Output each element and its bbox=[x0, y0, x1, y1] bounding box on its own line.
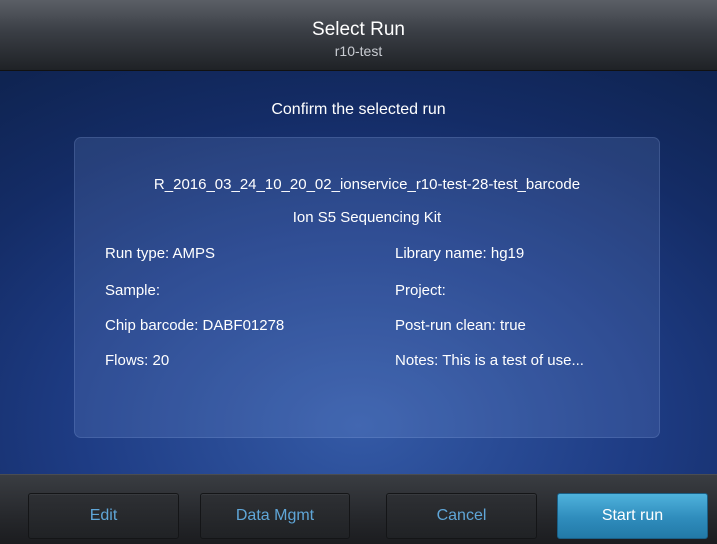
notes-field: Notes: This is a test of use... bbox=[395, 352, 584, 369]
main-panel: Confirm the selected run R_2016_03_24_10… bbox=[0, 71, 717, 474]
kit-name: Ion S5 Sequencing Kit bbox=[292, 209, 442, 226]
start-run-button[interactable]: Start run bbox=[557, 493, 708, 539]
run-type-field: Run type: AMPS bbox=[105, 245, 216, 262]
title-bar: Select Run r10-test bbox=[0, 0, 717, 71]
confirm-prompt: Confirm the selected run bbox=[271, 101, 446, 118]
cancel-button[interactable]: Cancel bbox=[386, 493, 537, 539]
library-name-field: Library name: hg19 bbox=[395, 245, 525, 262]
data-mgmt-button[interactable]: Data Mgmt bbox=[200, 493, 350, 539]
page-title: Select Run bbox=[312, 19, 405, 40]
flows-field: Flows: 20 bbox=[105, 352, 170, 369]
chip-barcode-field: Chip barcode: DABF01278 bbox=[105, 317, 285, 334]
post-run-clean-field: Post-run clean: true bbox=[395, 317, 526, 334]
project-field: Project: bbox=[395, 282, 446, 299]
page-subtitle: r10-test bbox=[334, 43, 383, 59]
sample-field: Sample: bbox=[105, 282, 161, 299]
run-name: R_2016_03_24_10_20_02_ionservice_r10-tes… bbox=[153, 176, 581, 193]
edit-button[interactable]: Edit bbox=[28, 493, 179, 539]
select-run-screen: Select Run r10-test Confirm the selected… bbox=[0, 0, 717, 544]
action-bar: Edit Data Mgmt Cancel Start run bbox=[0, 474, 717, 544]
run-details-card: R_2016_03_24_10_20_02_ionservice_r10-tes… bbox=[74, 137, 660, 438]
